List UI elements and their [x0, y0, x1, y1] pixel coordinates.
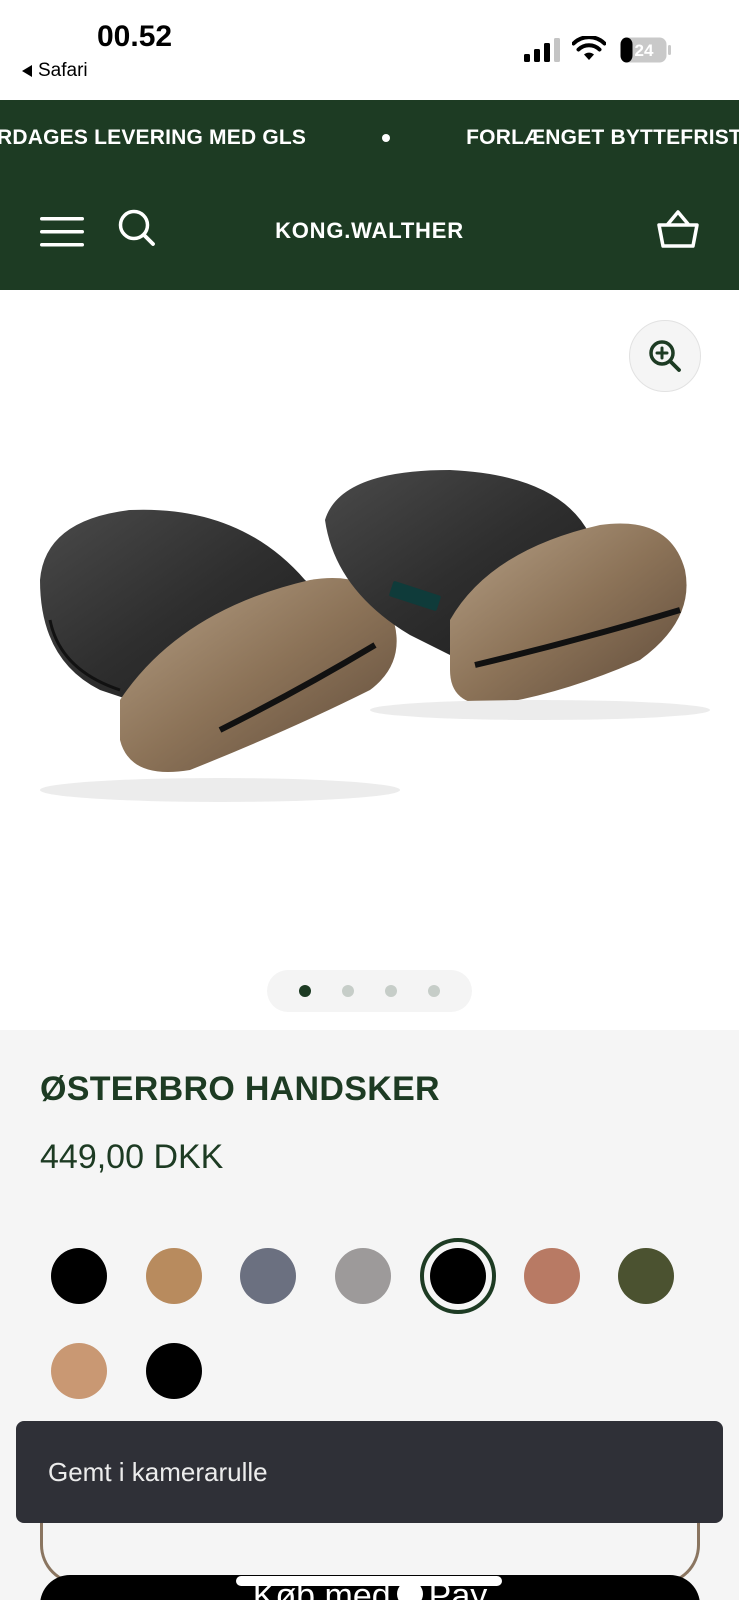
slide-dot-2[interactable] [342, 985, 354, 997]
color-swatch-sand[interactable] [51, 1343, 107, 1399]
announcement-track: RDAGES LEVERING MED GLS FORLÆNGET BYTTEF… [0, 126, 739, 150]
announcement-bar: RDAGES LEVERING MED GLS FORLÆNGET BYTTEF… [0, 100, 739, 178]
product-price: 449,00 DKK [40, 1138, 224, 1176]
color-swatch-black-2[interactable] [146, 1343, 202, 1399]
back-to-safari[interactable]: Safari [22, 60, 88, 82]
announcement-item: FORLÆNGET BYTTEFRIST [466, 126, 739, 149]
back-arrow-icon [22, 65, 32, 77]
battery-level: 24 [635, 41, 654, 60]
color-swatch-black-selected[interactable] [420, 1238, 496, 1314]
slide-dot-4[interactable] [428, 985, 440, 997]
toast-message: Gemt i kamerarulle [48, 1457, 268, 1487]
home-indicator [236, 1576, 502, 1586]
color-swatch-camel[interactable] [146, 1248, 202, 1304]
slide-indicator [267, 970, 472, 1012]
product-image[interactable] [20, 460, 720, 840]
selected-color-fill [430, 1248, 486, 1304]
color-swatch-black[interactable] [51, 1248, 107, 1304]
battery-icon: 24 [620, 37, 671, 63]
site-header: KONG.WALTHER [0, 178, 739, 290]
cellular-signal-icon [524, 38, 560, 62]
color-swatch-terracotta[interactable] [524, 1248, 580, 1304]
cart-icon[interactable] [656, 208, 700, 250]
slide-dot-3[interactable] [385, 985, 397, 997]
saved-toast: Gemt i kamerarulle [16, 1421, 723, 1523]
separator-dot [382, 134, 391, 142]
store-logo[interactable]: KONG.WALTHER [0, 218, 739, 244]
wifi-icon [572, 36, 606, 60]
slide-dot-1[interactable] [299, 985, 311, 997]
color-swatch-grey[interactable] [335, 1248, 391, 1304]
zoom-button[interactable] [629, 320, 701, 392]
zoom-in-icon [649, 340, 681, 372]
status-time: 00.52 [97, 20, 173, 53]
back-app-label: Safari [38, 60, 88, 81]
color-swatch-olive[interactable] [618, 1248, 674, 1304]
product-title: ØSTERBRO HANDSKER [40, 1070, 440, 1108]
announcement-item: RDAGES LEVERING MED GLS [0, 126, 307, 149]
color-swatch-blue-grey[interactable] [240, 1248, 296, 1304]
status-bar: 00.52 Safari 24 [0, 0, 739, 100]
product-gallery [0, 290, 739, 1030]
